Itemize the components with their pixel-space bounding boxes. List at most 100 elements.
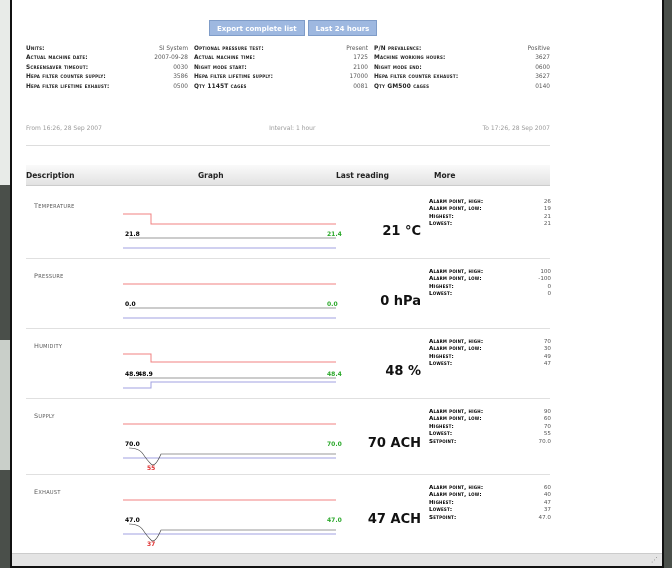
row-divider: [26, 258, 550, 259]
detail-value: 40: [543, 492, 551, 499]
setting-label: Screensaver timeout:: [26, 64, 89, 71]
horizontal-scrollbar[interactable]: ⋰: [12, 553, 662, 566]
last-24-hours-button[interactable]: Last 24 hours: [307, 20, 378, 36]
setting-item: Machine working hours: 3627: [374, 55, 556, 61]
setting-label: Hepa filter counter supply:: [26, 74, 106, 81]
setting-value: SI System: [159, 45, 188, 52]
setting-value: 0030: [173, 64, 188, 71]
export-complete-list-button[interactable]: Export complete list: [209, 20, 305, 36]
detail-row: Lowest: 21: [429, 221, 551, 229]
reading-row: Exhaust 47.0 37 47.0 47 ACH Alarm point, high…: [26, 478, 551, 548]
detail-label: Alarm point, low:: [429, 206, 482, 213]
col-description: Description: [26, 171, 75, 180]
alarm-low-line: [123, 381, 336, 389]
setting-value: 17000: [349, 74, 368, 81]
detail-row: Alarm point, low: 40: [429, 492, 551, 500]
detail-value: 70: [543, 338, 551, 345]
detail-value: 21: [543, 213, 551, 220]
setting-item: Hepa filter counter supply: 3586: [26, 74, 194, 80]
sparkline: 48.948.9 48.4: [123, 353, 342, 389]
settings-table: Units: SI System Optional pressure test: Pr…: [26, 44, 556, 92]
setting-value: 3627: [535, 55, 550, 62]
last-reading-value: 0 hPa: [380, 294, 421, 309]
setting-label: Hepa filter counter exhaust:: [374, 74, 459, 81]
detail-label: Highest:: [429, 499, 454, 506]
detail-row: Lowest: 0: [429, 291, 551, 299]
detail-label: Highest:: [429, 353, 454, 360]
reading-description: Supply: [34, 412, 55, 420]
reading-row: Temperature 21.8 21.4 21 °C Alarm point, hig…: [26, 192, 551, 262]
detail-value: 0: [547, 283, 551, 290]
detail-label: Lowest:: [429, 507, 453, 514]
detail-row: Alarm point, low: 60: [429, 416, 551, 424]
reading-graph: 47.0 37 47.0: [121, 478, 351, 548]
low-value-label: 37: [147, 541, 155, 548]
reading-details: Alarm point, high: 90 Alarm point, low: 60 H…: [429, 408, 551, 446]
detail-value: 70.0: [538, 438, 551, 445]
detail-row: Alarm point, low: 19: [429, 206, 551, 214]
background-window-strip-top: [0, 0, 10, 185]
reading-details: Alarm point, high: 100 Alarm point, low: -1…: [429, 268, 551, 298]
reading-graph: 21.8 21.4: [121, 192, 351, 262]
reading-row: Humidity 48.9 48.9 48.4 48 % Alarm point, hig…: [26, 332, 551, 402]
reading-row: Pressure 0.0 0.0 0 hPa Alarm point, high: 100…: [26, 262, 551, 332]
sparkline: 21.8 21.4: [123, 213, 342, 249]
reading-description: Exhaust: [34, 488, 61, 496]
detail-value: 60: [543, 484, 551, 491]
detail-value: 26: [543, 198, 551, 205]
row-divider: [26, 328, 550, 329]
reading-trace: [128, 523, 336, 542]
detail-value: 37: [543, 507, 551, 514]
detail-label: Alarm point, high:: [429, 198, 484, 205]
detail-value: 60: [543, 416, 551, 423]
detail-row: Highest: 21: [429, 213, 551, 221]
detail-value: 19: [543, 206, 551, 213]
detail-row: Alarm point, low: -100: [429, 276, 551, 284]
detail-label: Alarm point, high:: [429, 484, 484, 491]
reading-graph: 48.9 48.9 48.4: [121, 332, 351, 402]
reading-trace: [128, 447, 336, 466]
detail-value: 55: [543, 431, 551, 438]
detail-label: Alarm point, high:: [429, 408, 484, 415]
time-range: From 16:26, 28 Sep 2007 Interval: 1 hour…: [26, 125, 550, 132]
detail-label: Setpoint:: [429, 514, 457, 521]
detail-row: Alarm point, high: 70: [429, 338, 551, 346]
start-value-label: 70.0: [125, 441, 140, 448]
detail-value: 90: [543, 408, 551, 415]
setting-value: 2007-09-28: [154, 55, 188, 62]
setting-value: 0600: [535, 64, 550, 71]
setting-item: Hepa filter lifetime exhaust: 0500: [26, 84, 194, 90]
last-reading-value: 70 ACH: [367, 436, 421, 451]
detail-row: Alarm point, high: 90: [429, 408, 551, 416]
reading-description: Humidity: [34, 342, 63, 350]
start-value-label: 0.0: [125, 301, 136, 308]
resize-grip-icon[interactable]: ⋰: [651, 556, 658, 564]
end-value-label: 21.4: [327, 231, 342, 238]
detail-label: Alarm point, low:: [429, 346, 482, 353]
reading-details: Alarm point, high: 26 Alarm point, low: 19 H…: [429, 198, 551, 228]
row-divider: [26, 474, 550, 475]
col-more[interactable]: More: [434, 171, 455, 180]
detail-value: 30: [543, 346, 551, 353]
end-value-label: 0.0: [327, 301, 338, 308]
range-interval: Interval: 1 hour: [269, 125, 316, 132]
row-divider: [26, 398, 550, 399]
detail-value: 0: [547, 291, 551, 298]
detail-row: Setpoint: 47.0: [429, 514, 551, 522]
setting-item: Hepa filter counter exhaust: 3627: [374, 74, 556, 80]
setting-item: Actual machine time: 1725: [194, 55, 374, 61]
detail-label: Setpoint:: [429, 438, 457, 445]
setting-label: Actual machine time:: [194, 55, 256, 62]
reading-graph: 0.0 0.0: [121, 262, 351, 332]
setting-item: Hepa filter lifetime supply: 17000: [194, 74, 374, 80]
setting-item: P/N prevalence: Positive: [374, 46, 556, 52]
setting-value: Present: [346, 45, 368, 52]
detail-label: Alarm point, high:: [429, 338, 484, 345]
reading-row: Supply 70.0 55 70.0 70 ACH Alarm point, high:…: [26, 402, 551, 472]
setting-label: P/N prevalence:: [374, 45, 422, 52]
detail-value: 47.0: [538, 514, 551, 521]
detail-row: Highest: 49: [429, 353, 551, 361]
detail-value: 47: [543, 361, 551, 368]
col-graph: Graph: [198, 171, 224, 180]
settings-row: Actual machine date: 2007-09-28 Actual mac…: [26, 54, 556, 64]
